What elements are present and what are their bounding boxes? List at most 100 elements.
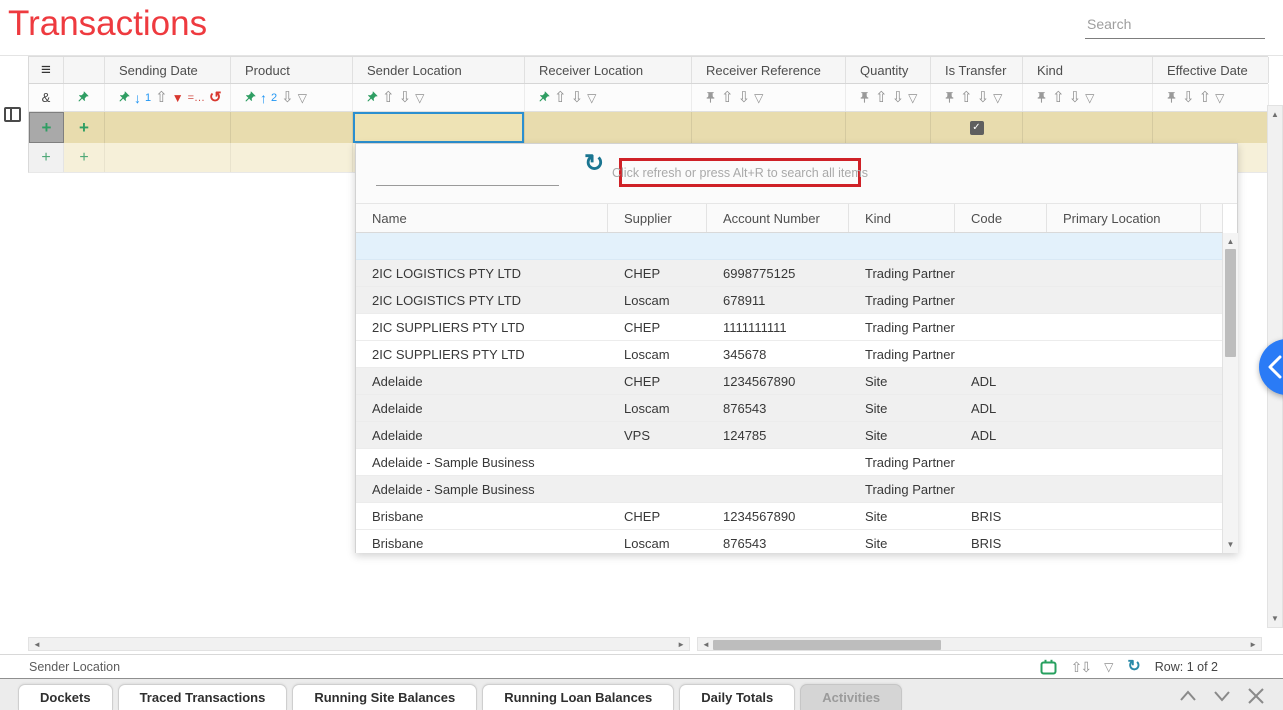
tab-running-site-balances[interactable]: Running Site Balances [292,684,477,710]
cell-sending-date[interactable] [105,112,231,143]
scrollbar-thumb[interactable] [1225,249,1236,357]
refresh-icon[interactable]: ↻ [584,152,604,176]
cell-receiver-reference[interactable] [692,112,846,143]
filter-cell-quantity[interactable]: ⇧⇩▽ [846,84,931,111]
pin-icon[interactable] [240,88,258,106]
sort-down-icon[interactable]: ⇩ [281,90,294,105]
filter-cell-receiver-reference[interactable]: ⇧ ⇩▽ [692,84,846,111]
sort-up-icon[interactable]: ⇧ [875,90,888,105]
column-header-effective-date[interactable]: Effective Date [1153,57,1269,83]
sort-icon[interactable]: ⇧⇩ [1071,659,1090,676]
sort-up-icon[interactable]: ⇧ [155,90,168,105]
search-input[interactable] [1085,12,1265,39]
popup-row-8[interactable]: Adelaide - Sample BusinessTrading Partne… [356,449,1223,476]
column-header-product[interactable]: Product [231,57,353,83]
filter-icon[interactable]: ▽ [415,91,424,105]
chevron-up-icon[interactable] [1178,687,1198,705]
sort-ascending-icon[interactable]: ↑ [260,91,267,105]
cell-product[interactable] [231,143,353,172]
popup-row-9[interactable]: Adelaide - Sample BusinessTrading Partne… [356,476,1223,503]
close-icon[interactable] [1246,687,1266,705]
filter-icon[interactable]: ▽ [1104,660,1113,674]
popup-row-1[interactable]: 2IC LOGISTICS PTY LTDCHEP6998775125Tradi… [356,260,1223,287]
popup-row-3[interactable]: 2IC SUPPLIERS PTY LTDCHEP1111111111Tradi… [356,314,1223,341]
column-header-sender-location[interactable]: Sender Location [353,57,525,83]
tab-traced-transactions[interactable]: Traced Transactions [118,684,288,710]
grid-data-row-1[interactable]: ++✓ [28,112,1268,143]
scroll-left-icon[interactable]: ◄ [33,640,41,649]
sort-down-icon[interactable]: ⇩ [1182,90,1195,105]
filter-icon[interactable]: ▽ [908,91,917,105]
popup-row-2[interactable]: 2IC LOGISTICS PTY LTDLoscam678911Trading… [356,287,1223,314]
pin-icon[interactable] [73,88,91,106]
popup-row-4[interactable]: 2IC SUPPLIERS PTY LTDLoscam345678Trading… [356,341,1223,368]
cell-sending-date[interactable] [105,143,231,172]
popup-row-7[interactable]: AdelaideVPS124785SiteADL [356,422,1223,449]
filter-icon[interactable]: ▽ [1215,91,1224,105]
collapse-panel-button[interactable] [1259,339,1283,395]
sort-down-icon[interactable]: ⇩ [738,90,751,105]
filter-cell-sending-date[interactable]: ↓1⇧▼=…↺ [105,84,231,111]
filter-cell-kind[interactable]: ⇧ ⇩▽ [1023,84,1153,111]
filter-icon[interactable]: ▽ [1085,91,1094,105]
filter-icon[interactable]: ▽ [298,91,307,105]
filter-cell-effective-date[interactable]: ⇩ ⇧▽ [1153,84,1269,111]
popup-column-header-account[interactable]: Account Number [707,204,849,232]
cell-pin-column[interactable]: + [64,143,105,172]
sort-up-icon[interactable]: ⇧ [1199,90,1212,105]
cell-product[interactable] [231,112,353,143]
cell-receiver-location[interactable] [525,112,692,143]
column-chooser-icon[interactable]: ≡ [41,60,51,80]
scroll-right-icon[interactable]: ► [1249,640,1257,649]
scroll-left-icon[interactable]: ◄ [702,640,710,649]
filter-cell-is-transfer[interactable]: ⇧⇩▽ [931,84,1023,111]
pin-icon[interactable] [534,88,552,106]
column-header-pin-column[interactable] [64,57,105,83]
filter-cell-pin-column[interactable] [64,84,105,111]
pin-outline-icon[interactable] [1035,91,1048,104]
column-header-kind[interactable]: Kind [1023,57,1153,83]
cell-quantity[interactable] [846,112,931,143]
pin-outline-icon[interactable] [1165,91,1178,104]
is-transfer-checkbox[interactable]: ✓ [970,121,984,135]
filter-cell-row-indicator[interactable]: & [29,84,64,111]
filter-cell-sender-location[interactable]: ⇧⇩▽ [353,84,525,111]
sort-up-icon[interactable]: ⇧ [1052,90,1065,105]
popup-search-input[interactable] [376,158,559,186]
refresh-icon[interactable]: ↻ [1127,659,1140,675]
pin-outline-icon[interactable] [858,91,871,104]
sort-down-icon[interactable]: ⇩ [571,90,584,105]
popup-row-11[interactable]: BrisbaneLoscam876543SiteBRIS [356,530,1223,553]
sort-down-icon[interactable]: ⇩ [1069,90,1082,105]
scroll-down-icon[interactable]: ▼ [1227,540,1235,549]
scrollbar-thumb[interactable] [713,640,941,650]
filter-cell-product[interactable]: ↑2⇩▽ [231,84,353,111]
cell-row-indicator[interactable]: + [29,143,64,172]
pin-outline-icon[interactable] [943,91,956,104]
popup-column-header-kind[interactable]: Kind [849,204,955,232]
cell-sender-location[interactable] [353,112,525,143]
horizontal-scrollbar-right[interactable]: ◄ ► [697,637,1262,651]
scroll-up-icon[interactable]: ▲ [1227,237,1235,246]
chevron-down-icon[interactable] [1212,687,1232,705]
cell-kind[interactable] [1023,112,1153,143]
side-panel-icon[interactable] [4,107,21,122]
filter-condition-label[interactable]: =… [188,92,205,104]
sort-up-icon[interactable]: ⇧ [554,90,567,105]
filter-operator-icon[interactable]: & [42,90,51,105]
popup-row-5[interactable]: AdelaideCHEP1234567890SiteADL [356,368,1223,395]
popup-row-6[interactable]: AdelaideLoscam876543SiteADL [356,395,1223,422]
scroll-right-icon[interactable]: ► [677,640,685,649]
vertical-scrollbar-popup[interactable]: ▲ ▼ [1222,233,1238,553]
scroll-down-icon[interactable]: ▼ [1271,614,1279,623]
focused-cell[interactable] [353,112,524,143]
filter-icon[interactable]: ▽ [754,91,763,105]
cell-pin-column[interactable]: + [64,112,105,143]
scroll-up-icon[interactable]: ▲ [1271,110,1279,119]
pin-icon[interactable] [114,88,132,106]
pin-outline-icon[interactable] [704,91,717,104]
sort-up-icon[interactable]: ⇧ [721,90,734,105]
column-header-receiver-reference[interactable]: Receiver Reference [692,57,846,83]
cell-is-transfer[interactable]: ✓ [931,112,1023,143]
reset-filter-icon[interactable]: ↺ [209,90,222,105]
